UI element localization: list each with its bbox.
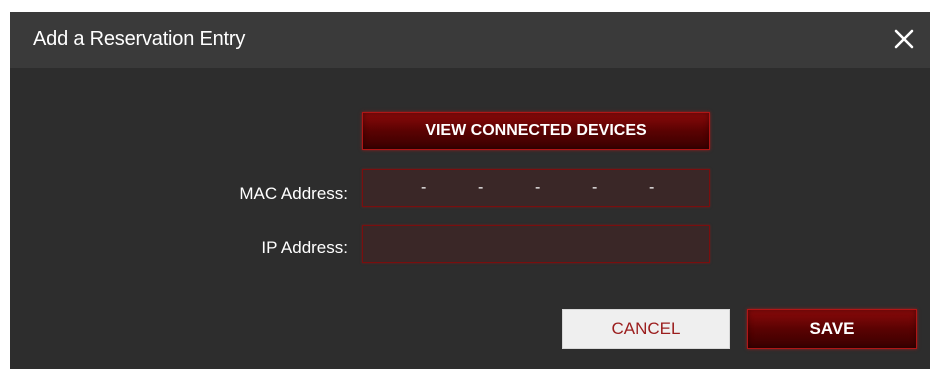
close-icon xyxy=(894,29,914,49)
view-connected-devices-button[interactable]: VIEW CONNECTED DEVICES xyxy=(362,112,710,150)
ip-address-label: IP Address: xyxy=(261,238,348,257)
mac-separator: - xyxy=(421,179,427,196)
mac-separator: - xyxy=(592,179,598,196)
save-button[interactable]: SAVE xyxy=(747,309,917,349)
reservation-dialog: Add a Reservation Entry VIEW CONNECTED D… xyxy=(10,12,930,369)
mac-separator: - xyxy=(649,179,655,196)
dialog-title: Add a Reservation Entry xyxy=(33,28,246,50)
mac-separator: - xyxy=(478,179,484,196)
mac-address-field[interactable]: - - - - - xyxy=(362,169,710,207)
close-button[interactable] xyxy=(892,27,916,51)
mac-address-label: MAC Address: xyxy=(239,184,348,203)
dialog-header: Add a Reservation Entry xyxy=(10,12,930,68)
cancel-button[interactable]: CANCEL xyxy=(562,309,730,349)
ip-address-field-container xyxy=(362,225,710,263)
ip-address-input[interactable] xyxy=(363,226,709,262)
mac-separator: - xyxy=(535,179,541,196)
